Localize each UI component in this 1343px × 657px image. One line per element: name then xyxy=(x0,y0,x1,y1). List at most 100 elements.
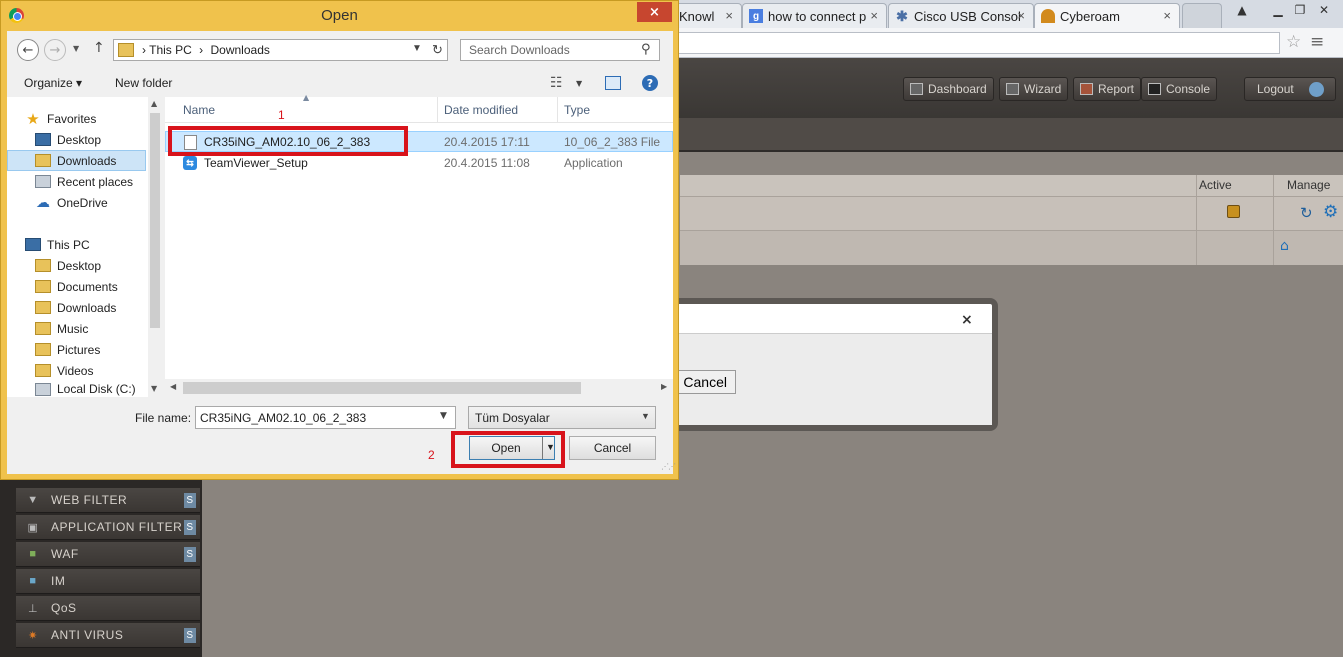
teamviewer-icon: ⇆ xyxy=(183,156,197,170)
organize-button[interactable]: Organize ▾ xyxy=(24,76,82,90)
scroll-down-icon[interactable]: ▼ xyxy=(151,384,157,393)
nav-this-pc[interactable]: This PC xyxy=(25,234,165,255)
window-close-icon[interactable]: ✕ xyxy=(1308,0,1340,20)
new-folder-button[interactable]: New folder xyxy=(115,76,172,90)
help-icon[interactable]: ? xyxy=(642,75,658,91)
grid-header xyxy=(680,175,1343,197)
refresh-icon[interactable]: ↻ xyxy=(1300,204,1313,222)
home-icon[interactable]: ⌂ xyxy=(1280,238,1289,254)
console-button[interactable]: Console xyxy=(1141,77,1218,101)
scroll-up-icon[interactable]: ▲ xyxy=(151,99,157,108)
preview-pane-icon[interactable] xyxy=(605,76,621,90)
annotation-box-step2 xyxy=(451,431,565,468)
file-row[interactable]: ⇆ TeamViewer_Setup 20.4.2015 11:08 Appli… xyxy=(165,153,673,174)
nav-item-label: Videos xyxy=(57,363,94,378)
dialog-close-button[interactable]: × xyxy=(637,2,672,22)
sidebar-item-label: APPLICATION FILTER xyxy=(51,520,183,534)
column-name[interactable]: Name xyxy=(183,103,215,117)
sidebar-item-qos[interactable]: ⊥ QoS xyxy=(16,596,200,621)
virus-icon: ✷ xyxy=(28,629,38,642)
sidebar-item-application-filter[interactable]: ▣ APPLICATION FILTER S xyxy=(16,515,200,540)
scroll-right-icon[interactable]: ▶ xyxy=(661,382,667,391)
gear-icon[interactable]: ⚙ xyxy=(1323,202,1338,222)
tab-cyberoam[interactable]: Cyberoam × xyxy=(1034,3,1180,28)
sidebar-item-label: WEB FILTER xyxy=(51,493,128,507)
subscription-badge: S xyxy=(184,628,196,643)
search-input[interactable] xyxy=(461,40,636,60)
column-divider[interactable] xyxy=(557,97,558,123)
wizard-label: Wizard xyxy=(1024,82,1062,96)
tab-how-to-connect[interactable]: g how to connect p × xyxy=(742,3,887,28)
close-icon[interactable]: × xyxy=(1017,8,1025,23)
sidebar-item-waf[interactable]: ■ WAF S xyxy=(16,542,200,567)
column-date-modified[interactable]: Date modified xyxy=(444,103,518,117)
star-icon: ★ xyxy=(26,110,40,128)
tab-cisco-usb[interactable]: ✱ Cisco USB Consol × xyxy=(888,3,1034,28)
cloud-icon: ☁ xyxy=(36,194,50,210)
wizard-button[interactable]: Wizard xyxy=(999,77,1069,101)
close-icon[interactable]: × xyxy=(725,8,733,23)
url-input[interactable] xyxy=(640,32,1280,54)
qos-icon: ⊥ xyxy=(27,602,39,615)
dialog-title: Open xyxy=(321,7,358,24)
modal-header xyxy=(646,304,992,334)
tab-knowledge[interactable]: Knowl × xyxy=(672,3,742,28)
console-icon xyxy=(1148,83,1161,95)
scrollbar-thumb[interactable] xyxy=(150,113,160,328)
nav-scrollbar[interactable]: ▲ ▼ xyxy=(148,97,162,397)
sidebar-item-im[interactable]: ■ IM xyxy=(16,569,200,594)
breadcrumb-downloads[interactable]: Downloads xyxy=(211,43,270,57)
file-name-input[interactable] xyxy=(196,407,434,428)
nav-item-label: Favorites xyxy=(47,111,97,126)
refresh-icon[interactable]: ↻ xyxy=(432,42,443,58)
chevron-down-icon[interactable]: ▼ xyxy=(440,411,447,421)
dialog-title-bar: Open × xyxy=(1,1,678,31)
report-icon xyxy=(1080,83,1093,95)
console-label: Console xyxy=(1166,82,1211,96)
nav-item-label: Desktop xyxy=(57,258,102,273)
chevron-down-icon[interactable]: ▼ xyxy=(576,79,582,88)
report-button[interactable]: Report xyxy=(1073,77,1142,101)
column-divider[interactable] xyxy=(437,97,438,123)
nav-item-label: Documents xyxy=(57,279,118,294)
up-folder-button[interactable]: ↑ xyxy=(93,40,105,56)
file-date: 20.4.2015 11:08 xyxy=(444,156,530,170)
chevron-down-icon[interactable]: ▼ xyxy=(412,43,422,54)
nav-item-label: Music xyxy=(57,321,89,336)
file-type-value: Tüm Dosyalar xyxy=(475,411,550,425)
back-button[interactable]: ← xyxy=(17,39,39,61)
open-file-dialog: Open × ← → ▼ ↑ › This PC › Downloads ▼ ↻… xyxy=(0,0,679,480)
view-options-icon[interactable]: ☷ xyxy=(550,75,563,91)
nav-item-label: Local Disk (C:) xyxy=(57,382,136,396)
resize-grip-icon[interactable]: ⋰⋰ xyxy=(661,462,676,471)
search-icon[interactable]: ⚲ xyxy=(641,42,651,57)
horizontal-scrollbar[interactable]: ◀ ▶ xyxy=(165,379,673,397)
breadcrumb-this-pc[interactable]: This PC xyxy=(149,43,192,57)
file-type-select[interactable]: Tüm Dosyalar ▼ xyxy=(468,406,656,429)
nav-favorites[interactable]: ★ Favorites xyxy=(25,108,165,129)
cancel-button[interactable]: Cancel xyxy=(569,436,656,460)
forward-button[interactable]: → xyxy=(44,39,66,61)
sort-ascending-icon: ▲ xyxy=(303,93,310,102)
column-type[interactable]: Type xyxy=(564,103,590,117)
file-name-label: File name: xyxy=(135,411,192,425)
dashboard-button[interactable]: Dashboard xyxy=(903,77,994,101)
sidebar-item-anti-virus[interactable]: ✷ ANTI VIRUS S xyxy=(16,623,200,648)
close-icon[interactable]: × xyxy=(870,8,878,23)
nav-fav-downloads[interactable]: Downloads xyxy=(7,150,146,171)
close-icon[interactable]: × xyxy=(961,312,973,328)
folder-icon xyxy=(118,43,134,57)
scroll-left-icon[interactable]: ◀ xyxy=(170,382,176,391)
scrollbar-thumb[interactable] xyxy=(183,382,581,394)
logout-button[interactable]: Logout xyxy=(1244,77,1336,101)
sidebar-item-web-filter[interactable]: ▼ WEB FILTER S xyxy=(16,488,200,513)
recent-locations-chevron-icon[interactable]: ▼ xyxy=(73,44,79,53)
new-tab-button[interactable] xyxy=(1182,3,1222,28)
close-icon[interactable]: × xyxy=(1163,8,1171,23)
user-icon[interactable]: ▲ xyxy=(1226,0,1258,20)
folder-icon xyxy=(35,343,51,356)
address-bar[interactable]: › This PC › Downloads ▼ ↻ xyxy=(113,39,448,61)
sidebar-item-label: ANTI VIRUS xyxy=(51,628,124,642)
menu-icon[interactable]: ≡ xyxy=(1310,32,1324,52)
bookmark-star-icon[interactable]: ☆ xyxy=(1286,32,1301,52)
